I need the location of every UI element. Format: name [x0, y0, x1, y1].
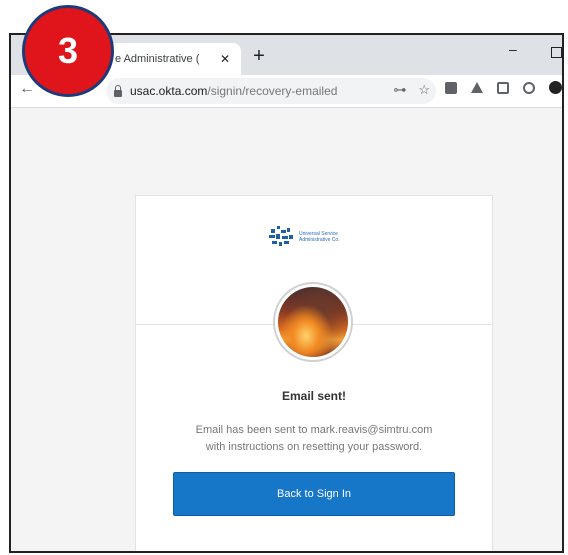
browser-window: e Administrative ( ✕ + – ← usac.okta.com…	[9, 33, 564, 553]
cast-icon[interactable]	[497, 81, 509, 94]
lock-icon	[114, 84, 122, 97]
page-title: Email sent!	[281, 389, 347, 403]
status-message: Email has been sent to mark.reavis@simtr…	[195, 424, 433, 453]
maximize-button[interactable]	[551, 47, 562, 58]
omnibox-icons: ⊶ ☆	[393, 82, 430, 98]
url-path: /signin/recovery-emailed	[207, 84, 338, 98]
key-icon[interactable]: ⊶	[393, 82, 406, 98]
avatar-image	[278, 287, 348, 357]
brand-logo: Universal Service Administrative Co.	[269, 226, 369, 248]
brand-text: Universal Service Administrative Co.	[299, 231, 340, 243]
close-tab-icon[interactable]: ✕	[217, 52, 233, 66]
step-number-badge: 3	[22, 5, 114, 97]
circle-extension-icon[interactable]	[523, 81, 535, 94]
user-avatar	[273, 282, 353, 362]
star-icon[interactable]: ☆	[418, 82, 430, 98]
page-content: Universal Service Administrative Co. Ema…	[11, 108, 562, 551]
drive-icon[interactable]	[471, 82, 483, 93]
extension-icon[interactable]	[445, 81, 457, 94]
back-to-sign-in-button[interactable]: Back to Sign In	[173, 472, 455, 516]
extension-icons	[445, 81, 562, 94]
address-bar[interactable]: usac.okta.com/signin/recovery-emailed ⊶ …	[106, 78, 436, 104]
new-tab-button[interactable]: +	[247, 45, 271, 69]
profile-avatar-icon[interactable]	[549, 81, 562, 94]
url-text: usac.okta.com/signin/recovery-emailed	[130, 84, 337, 98]
back-button[interactable]: ←	[19, 80, 35, 98]
minimize-button[interactable]: –	[509, 41, 517, 57]
url-host: usac.okta.com	[130, 84, 208, 98]
usac-logo-icon	[269, 226, 295, 248]
signin-card: Universal Service Administrative Co. Ema…	[135, 195, 493, 551]
